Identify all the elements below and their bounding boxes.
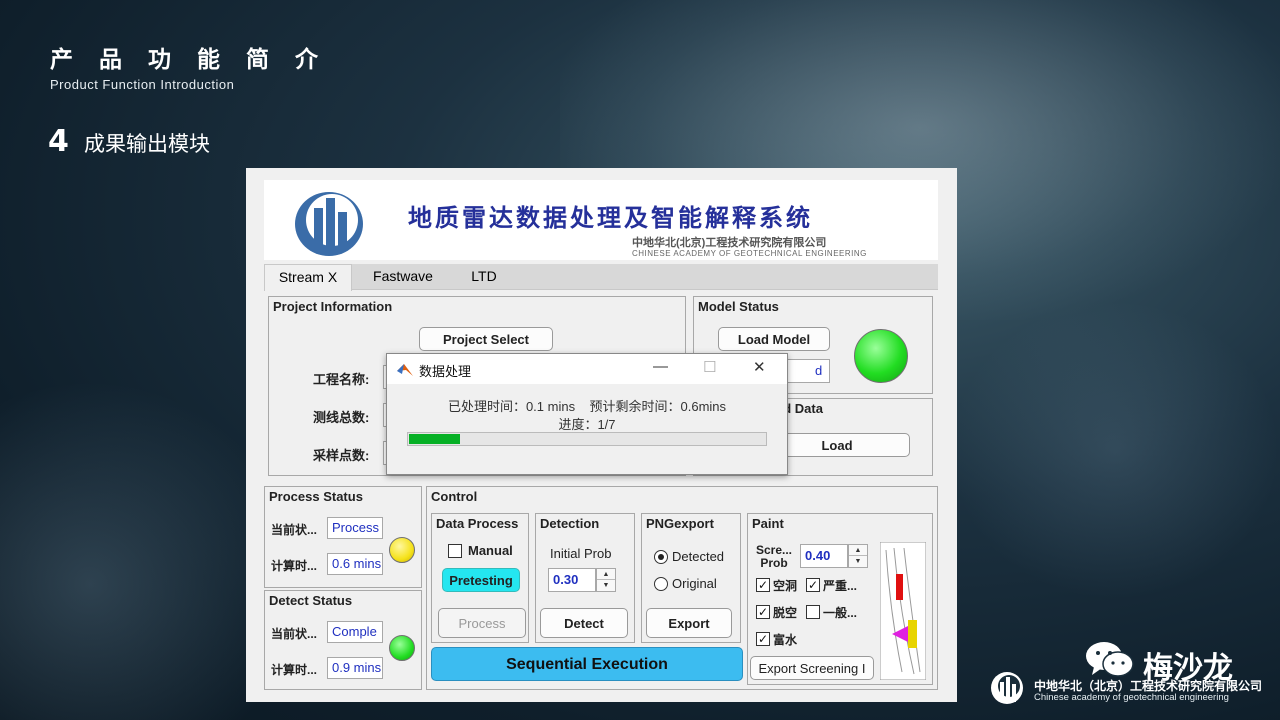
progress-dialog: 数据处理 — ☐ ✕ 已处理时间：0.1 mins 预计剩余时间：0.6mins…: [386, 353, 788, 475]
tab-bar: Stream X Fastwave LTD: [264, 264, 938, 291]
state-label: 当前状...: [271, 627, 318, 641]
company-logo-icon: [991, 672, 1023, 704]
panel-title: Model Status: [698, 299, 779, 314]
pngexport-panel: PNGexport Detected Original Export: [641, 513, 741, 643]
project-name-label: 工程名称:: [313, 372, 370, 387]
background-smoke: [950, 300, 1280, 600]
progress-bar: [407, 432, 767, 446]
severe-label: 严重...: [823, 579, 858, 593]
detect-time-field: 0.9 mins: [327, 657, 383, 679]
section-title: 成果输出模块: [84, 132, 210, 156]
severe-checkbox[interactable]: ✓: [806, 578, 820, 592]
control-panel: Control Data Process Manual Pretesting P…: [426, 486, 938, 690]
screen-prob-spinner[interactable]: ▲ ▼: [848, 544, 868, 568]
general-checkbox[interactable]: [806, 605, 820, 619]
state-label: 当前状...: [271, 523, 318, 537]
dialog-title: 数据处理: [419, 364, 472, 379]
org-name: 中地华北(北京)工程技术研究院有限公司: [632, 237, 827, 249]
general-label: 一般...: [823, 606, 858, 620]
app-title: 地质雷达数据处理及智能解释系统: [408, 203, 813, 232]
original-radio[interactable]: [654, 577, 668, 591]
void-checkbox[interactable]: ✓: [756, 605, 770, 619]
line-count-label: 测线总数:: [313, 410, 370, 425]
manual-checkbox[interactable]: [448, 544, 462, 558]
pretesting-button[interactable]: Pretesting: [442, 568, 520, 592]
process-button[interactable]: Process: [438, 608, 526, 638]
paint-preview-icon: [880, 542, 926, 680]
spin-down-icon[interactable]: ▼: [849, 556, 867, 567]
export-screening-button[interactable]: Export Screening I: [750, 656, 874, 680]
sample-count-label: 采样点数:: [313, 448, 370, 463]
company-name-en: Chinese academy of geotechnical engineer…: [1034, 692, 1229, 703]
elapsed-time-text: 已处理时间：0.1 mins 预计剩余时间：0.6mins: [447, 399, 727, 414]
panel-title: Project Information: [273, 299, 393, 314]
model-status-lamp: [854, 329, 908, 383]
detection-panel: Detection Initial Prob 0.30 ▲ ▼ Detect: [535, 513, 635, 643]
time-label: 计算时...: [271, 663, 318, 677]
slide-subtitle: Product Function Introduction: [50, 77, 235, 92]
spin-up-icon[interactable]: ▲: [849, 545, 867, 556]
spin-down-icon[interactable]: ▼: [597, 580, 615, 591]
app-window: 地质雷达数据处理及智能解释系统 中地华北(北京)工程技术研究院有限公司 CHIN…: [246, 168, 957, 702]
initial-prob-spinner[interactable]: ▲ ▼: [596, 568, 616, 592]
manual-label: Manual: [468, 543, 513, 558]
data-process-panel: Data Process Manual Pretesting Process: [431, 513, 529, 643]
progress-text: 进度：1/7: [558, 417, 616, 432]
load-model-button[interactable]: Load Model: [718, 327, 830, 351]
detect-status-panel: Detect Status 当前状... Comple 计算时... 0.9 m…: [264, 590, 422, 690]
minimize-icon[interactable]: —: [653, 358, 668, 375]
panel-title: Process Status: [269, 489, 363, 504]
dialog-titlebar[interactable]: 数据处理 — ☐ ✕: [387, 354, 787, 384]
panel-title: Detect Status: [269, 593, 353, 608]
detect-state-field: Comple: [327, 621, 383, 643]
sequential-execution-button[interactable]: Sequential Execution: [431, 647, 743, 681]
project-select-button[interactable]: Project Select: [419, 327, 553, 351]
paint-panel: Paint Scre... Prob 0.40 ▲ ▼ ✓ 空洞 ✓ 严重... …: [747, 513, 933, 685]
cavity-checkbox[interactable]: ✓: [756, 578, 770, 592]
panel-title: PNGexport: [646, 516, 714, 531]
process-status-lamp: [389, 537, 415, 563]
company-logo-icon: [295, 192, 363, 256]
panel-title: Data Process: [436, 516, 519, 531]
detected-radio[interactable]: [654, 550, 668, 564]
progress-bar-fill: [409, 434, 460, 444]
spin-up-icon[interactable]: ▲: [597, 569, 615, 580]
tab-fastwave[interactable]: Fastwave: [356, 264, 450, 290]
export-button[interactable]: Export: [646, 608, 732, 638]
tab-ltd[interactable]: LTD: [454, 264, 514, 290]
slide-title: 产 品 功 能 简 介: [50, 47, 328, 73]
screen-prob-label: Scre... Prob: [755, 543, 793, 570]
detect-status-lamp: [389, 635, 415, 661]
close-icon[interactable]: ✕: [753, 358, 766, 376]
original-label: Original: [672, 576, 717, 591]
detected-label: Detected: [672, 549, 725, 564]
water-checkbox[interactable]: ✓: [756, 632, 770, 646]
cavity-label: 空洞: [773, 579, 798, 593]
screen-prob-field[interactable]: 0.40: [800, 544, 848, 568]
panel-title: Detection: [540, 516, 600, 531]
detect-button[interactable]: Detect: [540, 608, 628, 638]
initial-prob-label: Initial Prob: [550, 546, 612, 561]
tab-stream-x[interactable]: Stream X: [264, 264, 352, 291]
time-label: 计算时...: [271, 559, 318, 573]
org-name-en: CHINESE ACADEMY OF GEOTECHNICAL ENGINEER…: [632, 249, 867, 258]
water-label: 富水: [773, 633, 798, 647]
panel-title: Paint: [752, 516, 784, 531]
process-status-panel: Process Status 当前状... Process 计算时... 0.6…: [264, 486, 422, 588]
app-banner: 地质雷达数据处理及智能解释系统 中地华北(北京)工程技术研究院有限公司 CHIN…: [264, 180, 938, 260]
void-label: 脱空: [773, 606, 798, 620]
initial-prob-field[interactable]: 0.30: [548, 568, 596, 592]
process-time-field: 0.6 mins: [327, 553, 383, 575]
panel-title: Control: [431, 489, 478, 504]
process-state-field: Process: [327, 517, 383, 539]
maximize-icon[interactable]: ☐: [703, 358, 716, 376]
wechat-icon: [1086, 642, 1134, 677]
section-number: 4: [48, 124, 69, 159]
matlab-icon: [397, 364, 413, 376]
